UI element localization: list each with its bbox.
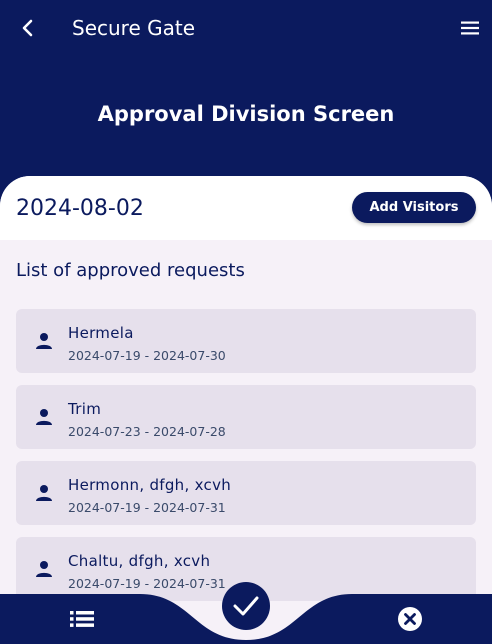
nav-list-button[interactable] [62, 604, 102, 634]
app-bar: Secure Gate [0, 0, 492, 56]
content-sheet: 2024-08-02 Add Visitors List of approved… [0, 176, 492, 644]
person-icon [36, 561, 52, 577]
nav-approved-button[interactable] [222, 582, 270, 630]
sheet-header: 2024-08-02 Add Visitors [0, 176, 492, 240]
visitor-name: Hermela [68, 324, 134, 342]
list-item[interactable]: Trim 2024-07-23 - 2024-07-28 [16, 385, 476, 449]
hamburger-menu-icon [461, 21, 479, 35]
check-icon [233, 596, 259, 616]
visitor-name: Trim [68, 400, 102, 418]
visit-dates: 2024-07-19 - 2024-07-31 [68, 576, 226, 591]
approved-requests-list: Hermela 2024-07-19 - 2024-07-30 Trim 202… [16, 309, 476, 613]
list-item[interactable]: Hermela 2024-07-19 - 2024-07-30 [16, 309, 476, 373]
close-circle-icon [398, 607, 422, 631]
list-icon [70, 611, 94, 627]
person-icon [36, 485, 52, 501]
visit-dates: 2024-07-23 - 2024-07-28 [68, 424, 226, 439]
back-button[interactable] [14, 14, 42, 42]
app-title: Secure Gate [72, 16, 196, 40]
nav-rejected-button[interactable] [397, 606, 423, 632]
screen-title: Approval Division Screen [97, 102, 395, 126]
person-icon [36, 333, 52, 349]
list-item[interactable]: Hermonn, dfgh, xcvh 2024-07-19 - 2024-07… [16, 461, 476, 525]
visit-dates: 2024-07-19 - 2024-07-31 [68, 500, 226, 515]
person-icon [36, 409, 52, 425]
list-title: List of approved requests [16, 260, 245, 281]
current-date: 2024-08-02 [16, 196, 144, 221]
bottom-navigation [0, 582, 492, 644]
chevron-left-icon [22, 19, 33, 37]
menu-button[interactable] [456, 14, 484, 42]
visit-dates: 2024-07-19 - 2024-07-30 [68, 348, 226, 363]
visitor-name: Hermonn, dfgh, xcvh [68, 476, 232, 494]
visitor-name: Chaltu, dfgh, xcvh [68, 552, 211, 570]
add-visitors-button[interactable]: Add Visitors [352, 192, 476, 223]
